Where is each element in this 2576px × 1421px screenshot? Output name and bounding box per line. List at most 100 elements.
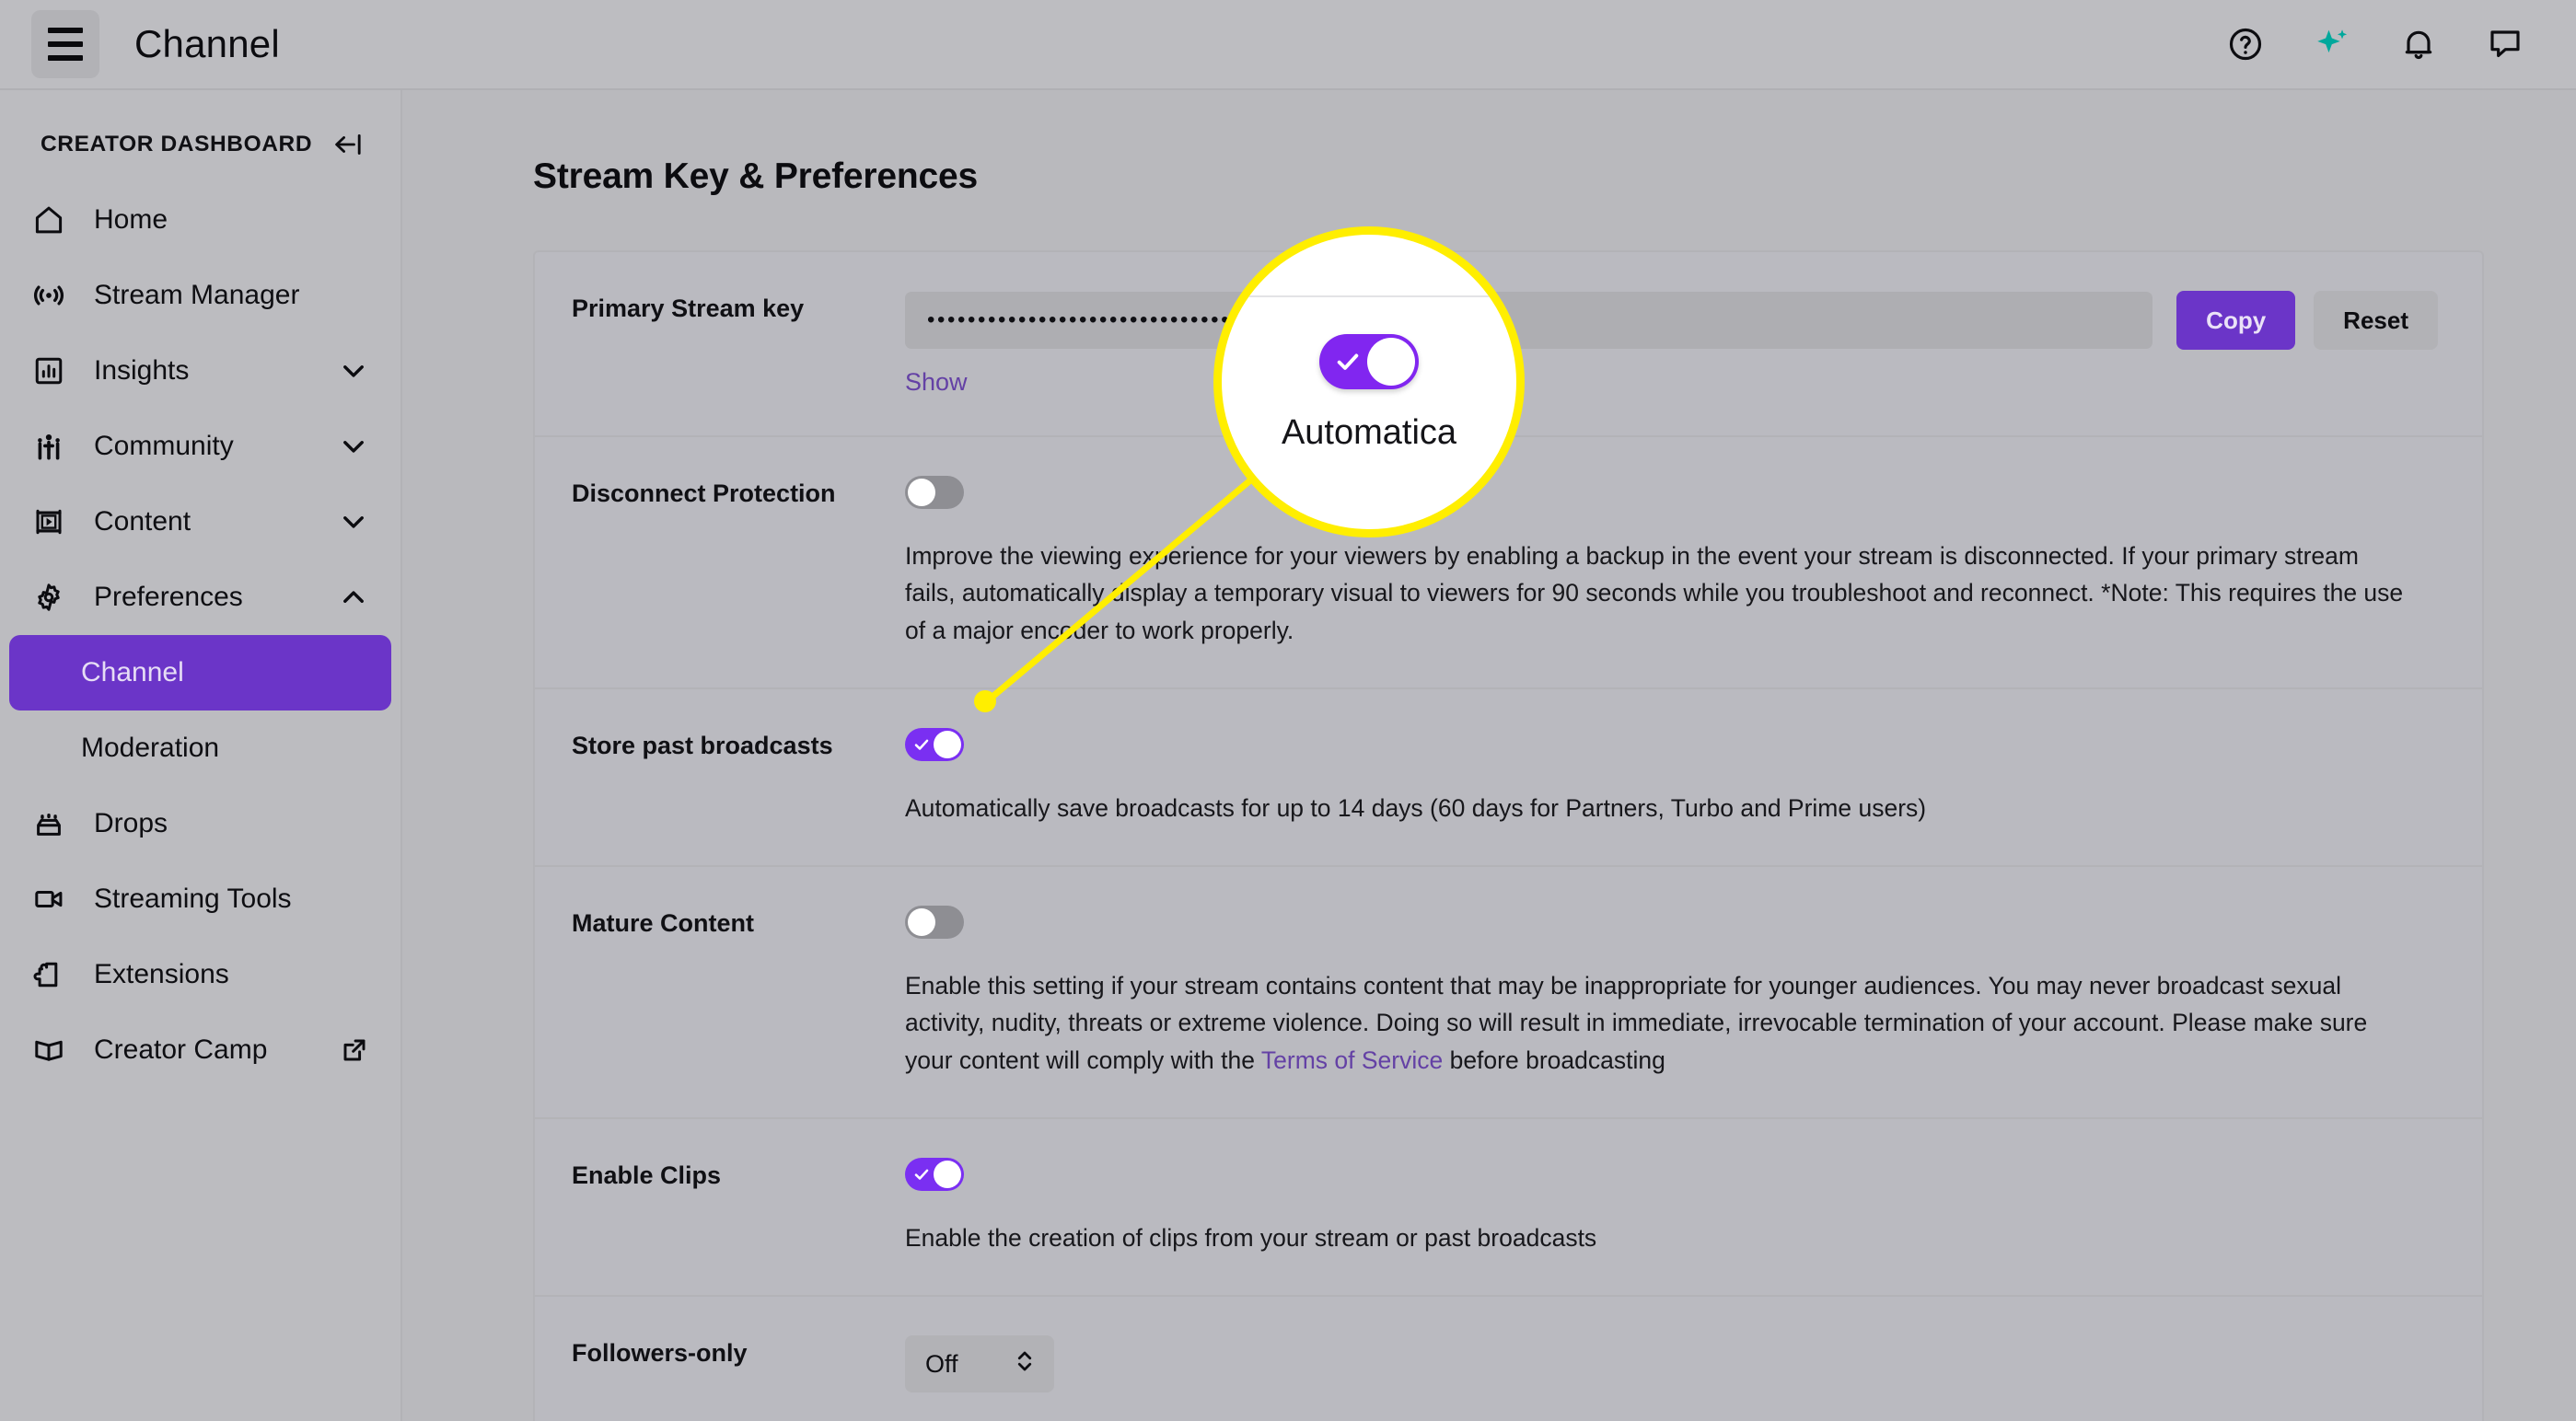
stream-key-line: •••••••••••••••••••••••••••••••••••••• C… — [905, 291, 2438, 350]
row-body: •••••••••••••••••••••••••••••••••••••• C… — [905, 291, 2482, 397]
hamburger-menu-icon[interactable] — [31, 10, 99, 78]
row-label: Disconnect Protection — [572, 479, 836, 507]
page-title-header: Channel — [134, 22, 280, 65]
sidebar-subitem-label: Channel — [81, 657, 184, 687]
reset-button[interactable]: Reset — [2314, 291, 2438, 350]
row-followers-only: Followers-only Off When enabled, followe… — [535, 1297, 2482, 1421]
sidebar-subitem-label: Moderation — [81, 733, 220, 763]
sidebar-item-label: Extensions — [94, 959, 229, 989]
check-icon — [1337, 353, 1359, 370]
row-body: Automatically save broadcasts for up to … — [905, 727, 2482, 826]
chevron-updown-icon — [1014, 1347, 1036, 1381]
sidebar-item-stream-manager[interactable]: Stream Manager — [0, 258, 400, 333]
sidebar-item-label: Drops — [94, 808, 168, 838]
row-description: When enabled, followers must follow you … — [905, 1415, 2415, 1421]
sidebar-item-community[interactable]: Community — [0, 409, 400, 484]
help-icon[interactable] — [2226, 25, 2265, 64]
row-label: Followers-only — [572, 1339, 748, 1368]
chevron-down-icon — [338, 431, 369, 462]
sidebar-heading: CREATOR DASHBOARD — [41, 132, 313, 156]
video-camera-icon — [28, 883, 70, 916]
row-description: Automatically save broadcasts for up to … — [905, 793, 1927, 822]
sidebar-item-label: Creator Camp — [94, 1034, 268, 1065]
description-text-part2: before broadcasting — [1443, 1046, 1665, 1074]
sidebar-item-preferences[interactable]: Preferences — [0, 560, 400, 635]
hamburger-bar — [48, 55, 83, 61]
sidebar-item-channel[interactable]: Channel — [9, 635, 391, 710]
row-label: Mature Content — [572, 909, 754, 938]
row-body: Enable this setting if your stream conta… — [905, 906, 2482, 1079]
collapse-left-icon[interactable] — [332, 131, 366, 158]
sidebar-item-streaming-tools[interactable]: Streaming Tools — [0, 861, 400, 937]
magnified-divider — [1222, 295, 1516, 297]
row-enable-clips: Enable Clips Enable the creation of clip… — [535, 1119, 2482, 1298]
toggle-knob — [908, 479, 935, 506]
toggle-knob — [1367, 337, 1415, 386]
stream-key-input[interactable]: •••••••••••••••••••••••••••••••••••••• — [905, 292, 2153, 349]
copy-button[interactable]: Copy — [2176, 291, 2296, 350]
enable-clips-toggle[interactable] — [905, 1157, 964, 1191]
broadcast-icon — [28, 279, 70, 312]
chevron-up-icon — [338, 582, 369, 613]
toggle-knob — [934, 1160, 961, 1188]
chevron-down-icon — [338, 506, 369, 537]
sidebar-item-extensions[interactable]: Extensions — [0, 937, 400, 1012]
row-label: Store past broadcasts — [572, 731, 833, 759]
chat-bubble-icon[interactable] — [2486, 25, 2524, 64]
row-mature-content: Mature Content Enable this setting if yo… — [535, 867, 2482, 1119]
sidebar-item-drops[interactable]: Drops — [0, 786, 400, 861]
sidebar: CREATOR DASHBOARD Home Stream Manager In… — [0, 90, 402, 1421]
sidebar-item-moderation[interactable]: Moderation — [9, 710, 391, 786]
app-root: Channel CREATOR DASHBOARD Home Stream Ma… — [0, 0, 2576, 1421]
sidebar-item-label: Insights — [94, 355, 190, 386]
magnified-store-past-broadcasts-toggle — [1319, 333, 1419, 389]
followers-only-select[interactable]: Off — [905, 1335, 1054, 1393]
people-icon — [28, 430, 70, 463]
terms-of-service-link[interactable]: Terms of Service — [1261, 1046, 1443, 1074]
row-description: Enable this setting if your stream conta… — [905, 967, 2415, 1079]
row-disconnect-protection: Disconnect Protection Improve the viewin… — [535, 437, 2482, 689]
gear-icon — [28, 581, 70, 614]
drops-icon — [28, 807, 70, 840]
top-bar-icon-group — [2226, 25, 2524, 64]
row-label: Enable Clips — [572, 1161, 722, 1189]
notifications-bell-icon[interactable] — [2399, 25, 2438, 64]
row-body: Enable the creation of clips from your s… — [905, 1157, 2482, 1256]
external-link-icon — [340, 1035, 369, 1065]
disconnect-protection-toggle[interactable] — [905, 476, 964, 509]
sidebar-item-content[interactable]: Content — [0, 484, 400, 560]
sidebar-header: CREATOR DASHBOARD — [0, 110, 400, 182]
sidebar-item-label: Community — [94, 431, 234, 461]
home-icon — [28, 203, 70, 237]
toggle-knob — [934, 730, 961, 758]
chevron-down-icon — [338, 355, 369, 387]
store-past-broadcasts-toggle[interactable] — [905, 727, 964, 761]
magnifier-callout: Automatica — [1213, 226, 1525, 537]
row-body: Improve the viewing experience for your … — [905, 476, 2482, 649]
check-icon — [914, 739, 929, 750]
row-label: Primary Stream key — [572, 295, 805, 322]
top-bar: Channel — [0, 0, 2576, 90]
toggle-knob — [908, 908, 935, 937]
hamburger-bar — [48, 41, 83, 47]
hamburger-bar — [48, 28, 83, 33]
row-description: Improve the viewing experience for your … — [905, 542, 2404, 644]
sidebar-item-insights[interactable]: Insights — [0, 333, 400, 409]
magnified-description-text: Automatica — [1281, 412, 1457, 452]
sidebar-item-label: Streaming Tools — [94, 884, 292, 914]
show-stream-key-link[interactable]: Show — [905, 368, 968, 397]
row-description: Enable the creation of clips from your s… — [905, 1223, 1597, 1252]
sidebar-item-label: Preferences — [94, 582, 243, 612]
sparkle-icon[interactable] — [2313, 25, 2351, 64]
row-body: Off When enabled, followers must follow … — [905, 1335, 2482, 1421]
puzzle-piece-icon — [28, 958, 70, 991]
row-store-past-broadcasts: Store past broadcasts Automatically save… — [535, 689, 2482, 868]
sidebar-item-home[interactable]: Home — [0, 182, 400, 258]
check-icon — [914, 1169, 929, 1180]
bar-chart-icon — [28, 354, 70, 387]
sidebar-item-label: Content — [94, 506, 191, 537]
page-title: Stream Key & Preferences — [533, 156, 978, 196]
mature-content-toggle[interactable] — [905, 906, 964, 940]
select-value: Off — [925, 1349, 958, 1378]
sidebar-item-creator-camp[interactable]: Creator Camp — [0, 1012, 400, 1088]
